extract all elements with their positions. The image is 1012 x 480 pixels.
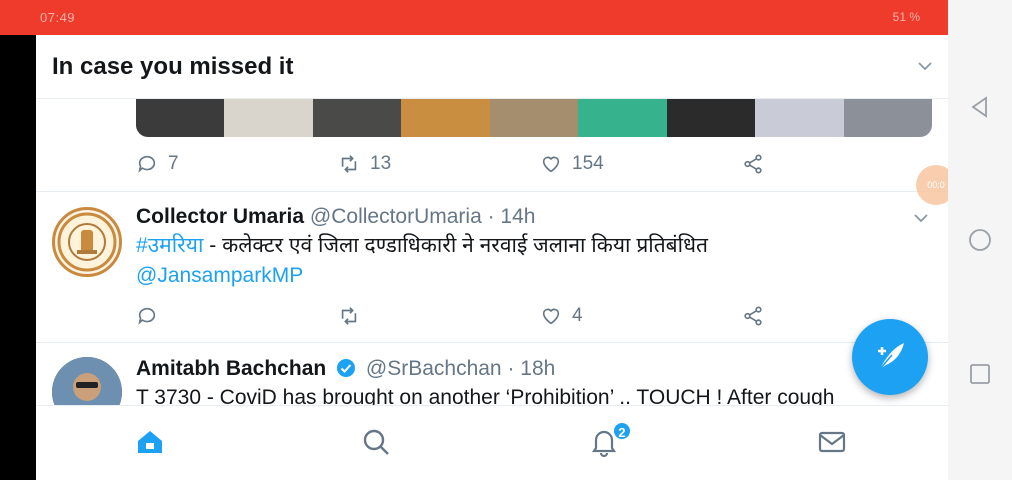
status-time: 07:49 — [40, 10, 76, 25]
retweet-button[interactable]: 13 — [338, 153, 391, 175]
twitter-app: In case you missed it 7 13 154 Collector… — [36, 35, 948, 480]
timestamp: · 14h — [487, 205, 536, 228]
like-count: 154 — [572, 153, 604, 174]
bottom-tab-bar: 2 — [36, 405, 948, 480]
retweet-icon — [341, 155, 357, 173]
hashtag-link[interactable]: #उमरिया — [136, 234, 203, 257]
tweet-actions-prev: 7 13 154 — [136, 153, 776, 179]
android-nav-rail — [948, 0, 1012, 480]
emblem-logo — [57, 212, 117, 272]
left-black-edge — [0, 0, 36, 480]
section-header: In case you missed it — [36, 35, 948, 99]
notification-badge: 2 — [612, 421, 632, 441]
display-name[interactable]: Collector Umaria — [136, 205, 304, 228]
status-bar: 07:49 51 % — [0, 0, 948, 35]
chevron-down-icon[interactable] — [916, 57, 934, 75]
reply-icon — [138, 307, 156, 325]
avatar[interactable] — [52, 207, 122, 277]
tweet-text: #उमरिया - कलेक्टर एवं जिला दण्डाधिकारी न… — [136, 231, 896, 291]
search-icon[interactable] — [360, 426, 392, 458]
share-icon — [744, 306, 762, 326]
like-count: 4 — [572, 305, 583, 326]
tweet-divider — [36, 342, 948, 343]
reply-button[interactable]: 7 — [136, 153, 179, 175]
battery-level: 51 % — [892, 10, 920, 24]
messages-icon[interactable] — [816, 426, 848, 458]
share-button[interactable] — [742, 153, 764, 175]
display-name[interactable]: Amitabh Bachchan — [136, 357, 326, 380]
heart-icon — [542, 156, 560, 173]
compose-tweet-button[interactable] — [852, 319, 928, 395]
retweet-count: 13 — [370, 153, 392, 174]
tweet-text-body: - कलेक्टर एवं जिला दण्डाधिकारी ने नरवाई … — [203, 234, 708, 257]
tweet-media-image[interactable] — [136, 99, 932, 137]
compose-feather-icon — [878, 343, 904, 370]
handle[interactable]: @CollectorUmaria — [310, 205, 482, 228]
verified-badge-icon — [337, 359, 356, 377]
floating-overlay-bubble[interactable]: 00:0 — [916, 165, 948, 205]
mention-link[interactable]: @JansamparkMP — [136, 264, 303, 287]
home-nav-icon[interactable] — [968, 228, 992, 252]
timestamp: · 18h — [507, 357, 556, 380]
like-button[interactable]: 154 — [540, 153, 604, 175]
tweet-header: Collector Umaria @CollectorUmaria · 14h — [136, 205, 535, 229]
tweet-header: Amitabh Bachchan @SrBachchan · 18h — [136, 357, 555, 381]
retweet-icon — [341, 307, 357, 325]
share-icon — [744, 154, 762, 174]
reply-button[interactable] — [136, 305, 168, 327]
tweet-actions: 4 — [136, 305, 776, 331]
heart-icon — [542, 308, 560, 325]
share-button[interactable] — [742, 305, 764, 327]
handle[interactable]: @SrBachchan — [366, 357, 502, 380]
home-icon[interactable] — [134, 426, 166, 458]
retweet-button[interactable] — [338, 305, 370, 327]
reply-icon — [138, 155, 156, 173]
section-title: In case you missed it — [52, 53, 294, 80]
chevron-down-icon[interactable] — [912, 209, 930, 227]
tweet-divider — [36, 191, 948, 192]
back-nav-icon[interactable] — [968, 95, 992, 119]
like-button[interactable]: 4 — [540, 305, 583, 327]
recents-nav-icon[interactable] — [968, 362, 992, 386]
reply-count: 7 — [168, 153, 179, 174]
